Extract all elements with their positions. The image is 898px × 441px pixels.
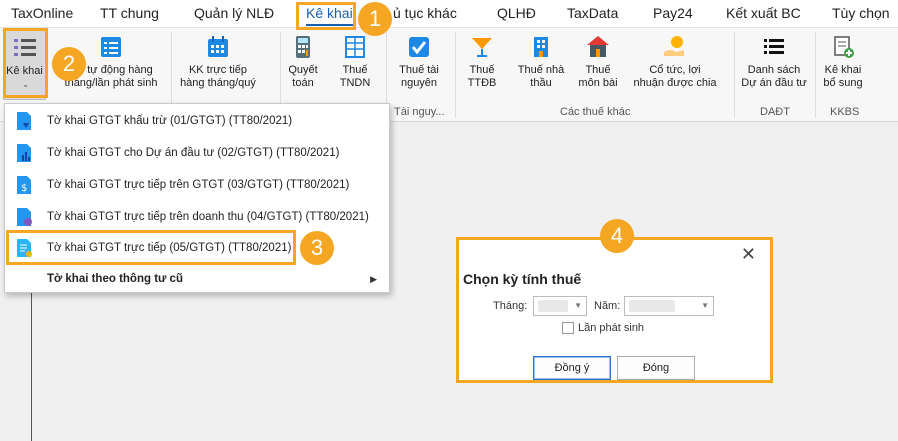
ribbon-thue-tai-nguyen-button[interactable]: Thuế tài nguyên: [391, 30, 447, 100]
ribbon-quyet-toan-line1: Quyết: [288, 64, 318, 76]
lan-phat-sinh-label: Lần phát sinh: [578, 322, 645, 334]
ribbon-kk-truc-tiep-button[interactable]: KK trực tiếp hàng tháng/quý: [176, 30, 260, 100]
ribbon-thue-tai-nguyen-line1: Thuế tài: [399, 64, 439, 76]
cocktail-icon: [472, 38, 492, 57]
ribbon-ke-khai-bo-sung-line2: bổ sung: [823, 77, 863, 89]
ribbon-thue-ttdb-line1: Thuế: [469, 64, 495, 76]
ribbon-ke-khai-bo-sung-line1: Kê khai: [824, 64, 862, 76]
callout-1: 1: [358, 2, 392, 36]
dd-item-04-gtgt[interactable]: Tờ khai GTGT trực tiếp trên doanh thu (0…: [5, 202, 389, 232]
group-label-tai-nguyen: Tài nguy...: [394, 106, 445, 118]
house-icon: [587, 36, 609, 57]
building-icon: [534, 37, 548, 57]
ribbon-thue-tndn-line1: Thuế: [342, 64, 368, 76]
callout-4: 4: [600, 219, 634, 253]
year-value-blurred: [629, 300, 675, 312]
highlight-menu-ke-khai: [296, 2, 356, 30]
group-label-cac-thue-khac: Các thuế khác: [560, 106, 631, 118]
dialog-title: Chọn kỳ tính thuế: [463, 271, 582, 287]
dd-item-01-gtgt[interactable]: Tờ khai GTGT khấu trừ (01/GTGT) (TT80/20…: [5, 106, 389, 136]
svg-text:$: $: [21, 183, 27, 194]
menu-bar: TaxOnline TT chung Quản lý NLĐ Kê khai ủ…: [0, 0, 898, 28]
dong-y-button[interactable]: Đồng ý: [533, 356, 611, 380]
chevron-down-icon: ▼: [574, 301, 582, 310]
chevron-down-icon: ▼: [701, 301, 709, 310]
ribbon-thue-nha-thau-line1: Thuế nhà: [517, 64, 565, 76]
list-bullets-icon: [764, 39, 784, 54]
ribbon-thue-tndn-button[interactable]: Thuế TNDN: [332, 30, 378, 100]
ribbon-thue-mon-bai-button[interactable]: Thuế môn bài: [575, 30, 621, 100]
ribbon-separator: [455, 32, 456, 118]
group-label-kkbs: KKBS: [830, 106, 860, 118]
close-icon[interactable]: ✕: [741, 244, 756, 265]
document-dollar-icon: $: [17, 176, 31, 194]
dd-item-label: Tờ khai GTGT khấu trừ (01/GTGT) (TT80/20…: [47, 115, 293, 127]
ribbon-thue-tai-nguyen-line2: nguyên: [400, 77, 438, 89]
ribbon-thue-tndn-line2: TNDN: [339, 77, 371, 89]
menu-tuy-chon[interactable]: Tùy chọn: [832, 5, 890, 21]
ribbon-co-tuc-line1: Cổ tức, lợi: [649, 64, 701, 76]
month-value-blurred: [538, 300, 568, 312]
menu-thu-tuc-khac[interactable]: ủ tục khác: [393, 5, 457, 21]
dd-item-label: Tờ khai theo thông tư cũ: [47, 273, 183, 285]
ribbon-thue-nha-thau-button[interactable]: Thuế nhà thầu: [514, 30, 568, 100]
group-label-daut: DAĐT: [760, 106, 790, 118]
ky-tinh-thue-dialog: ✕ Chọn kỳ tính thuế Tháng: ▼ Năm: ▼ Lần …: [456, 237, 773, 383]
month-select[interactable]: ▼: [533, 296, 587, 316]
callout-2: 2: [52, 47, 86, 81]
ribbon-quyet-toan-line2: toán: [292, 77, 314, 89]
highlight-ribbon-ke-khai: [3, 28, 48, 98]
ribbon-separator: [815, 32, 816, 118]
chevron-right-icon: ▶: [370, 274, 377, 284]
form-list-icon: [101, 37, 121, 57]
grid-table-icon: [345, 36, 365, 58]
ribbon-thue-mon-bai-line1: Thuế: [585, 64, 611, 76]
ribbon-thue-mon-bai-line2: môn bài: [578, 77, 618, 89]
ribbon-separator: [734, 32, 735, 118]
ribbon-danh-sach-du-an-line2: Dự án đầu tư: [741, 77, 807, 89]
menu-taxdata[interactable]: TaxData: [567, 5, 618, 21]
menu-quan-ly-nld[interactable]: Quản lý NLĐ: [194, 5, 274, 21]
year-label: Năm:: [594, 300, 621, 312]
lan-phat-sinh-checkbox[interactable]: [562, 322, 574, 334]
ribbon-co-tuc-button[interactable]: Cổ tức, lợi nhuận được chia: [631, 30, 719, 100]
ribbon-kk-truc-tiep-line2: hàng tháng/quý: [180, 77, 256, 89]
dd-item-label: Tờ khai GTGT trực tiếp trên doanh thu (0…: [47, 211, 369, 223]
document-arrow-icon: [17, 112, 31, 130]
dd-item-label: Tờ khai GTGT cho Dự án đầu tư (02/GTGT) …: [47, 147, 340, 159]
dd-item-thong-tu-cu[interactable]: Tờ khai theo thông tư cũ ▶: [5, 264, 389, 294]
checkbox-icon: [409, 37, 429, 57]
ribbon-danh-sach-du-an-button[interactable]: Danh sách Dự án đầu tư: [740, 30, 808, 100]
dd-item-label: Tờ khai GTGT trực tiếp trên GTGT (03/GTG…: [47, 179, 350, 191]
document-add-icon: [834, 36, 854, 58]
highlight-dd-item-05: [6, 230, 296, 265]
ribbon-danh-sach-du-an-line1: Danh sách: [747, 64, 801, 76]
coins-hand-icon: [664, 36, 684, 56]
callout-3: 3: [300, 231, 334, 265]
dd-item-03-gtgt[interactable]: $ Tờ khai GTGT trực tiếp trên GTGT (03/G…: [5, 170, 389, 200]
document-pie-icon: [17, 208, 32, 226]
dong-button[interactable]: Đóng: [617, 356, 695, 380]
menu-pay24[interactable]: Pay24: [653, 5, 693, 21]
ribbon-kk-truc-tiep-line1: KK trực tiếp: [188, 64, 248, 76]
year-select[interactable]: ▼: [624, 296, 714, 316]
ribbon-thue-nha-thau-line2: thầu: [530, 77, 552, 89]
calendar-icon: [208, 36, 228, 57]
ribbon-co-tuc-line2: nhuận được chia: [633, 77, 717, 89]
menu-ket-xuat-bc[interactable]: Kết xuất BC: [726, 5, 801, 21]
month-label: Tháng:: [493, 300, 528, 312]
menu-taxonline[interactable]: TaxOnline: [11, 5, 73, 21]
ribbon-quyet-toan-button[interactable]: Quyết toán: [283, 30, 323, 100]
dd-item-02-gtgt[interactable]: Tờ khai GTGT cho Dự án đầu tư (02/GTGT) …: [5, 138, 389, 168]
ribbon-thue-ttdb-line2: TTĐB: [467, 77, 497, 89]
ribbon-thue-ttdb-button[interactable]: Thuế TTĐB: [461, 30, 503, 100]
menu-tt-chung[interactable]: TT chung: [100, 5, 159, 21]
ribbon-ke-khai-bo-sung-button[interactable]: Kê khai bổ sung: [819, 30, 867, 100]
calculator-icon: [296, 36, 310, 58]
document-chart-icon: [17, 144, 31, 162]
menu-qlhd[interactable]: QLHĐ: [497, 5, 536, 21]
